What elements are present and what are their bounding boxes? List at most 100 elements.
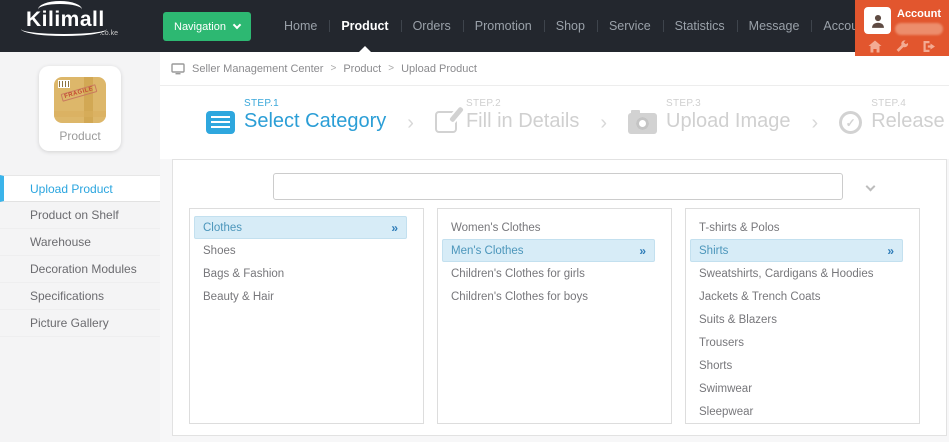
step-fill-in-details[interactable]: STEP.2Fill in Details	[435, 98, 579, 133]
step-number-label: STEP.1	[244, 98, 386, 109]
menu-item-message[interactable]: Message	[737, 0, 812, 52]
dropdown-chevron-icon[interactable]	[866, 182, 876, 192]
package-box-icon: FRAGILE	[54, 77, 106, 123]
step-title: Release Success	[871, 110, 949, 133]
main-content: Seller Management Center > Product > Upl…	[160, 52, 949, 442]
category-item-label: Children's Clothes for boys	[451, 291, 588, 303]
category-columns: Clothes » Shoes Bags & Fashion Beauty & Hair…	[173, 208, 946, 424]
menu-item-statistics[interactable]: Statistics	[663, 0, 737, 52]
check-circle-icon	[839, 111, 862, 134]
category-item-shorts[interactable]: Shorts	[690, 354, 903, 377]
menu-item-home[interactable]: Home	[272, 0, 329, 52]
top-menu: HomeProductOrdersPromotionShopServiceSta…	[272, 0, 881, 52]
logout-icon[interactable]	[922, 40, 936, 53]
top-header: Kilimall .co.ke Navigation HomeProductOr…	[0, 0, 949, 52]
camera-icon	[628, 113, 657, 134]
sidebar-item-product-on-shelf[interactable]: Product on Shelf	[0, 202, 160, 229]
sidebar-item-picture-gallery[interactable]: Picture Gallery	[0, 310, 160, 337]
sidebar-menu: Upload ProductProduct on ShelfWarehouseD…	[0, 175, 160, 337]
menu-item-service[interactable]: Service	[597, 0, 663, 52]
step-arrow-icon: ›	[812, 112, 819, 135]
menu-item-shop[interactable]: Shop	[544, 0, 597, 52]
menu-item-product[interactable]: Product	[329, 0, 400, 52]
category-item-shoes[interactable]: Shoes	[194, 239, 407, 262]
person-icon	[870, 13, 886, 29]
double-chevron-right-icon: »	[391, 221, 398, 235]
step-text: STEP.2Fill in Details	[466, 98, 579, 133]
monitor-icon	[171, 63, 185, 75]
breadcrumb-product[interactable]: Product	[343, 63, 381, 75]
category-item-beauty-hair[interactable]: Beauty & Hair	[194, 285, 407, 308]
category-item-label: Clothes	[203, 222, 242, 234]
category-item-shirts[interactable]: Shirts »	[690, 239, 903, 262]
step-text: STEP.4Release Success	[871, 98, 949, 134]
sidebar-item-upload-product[interactable]: Upload Product	[0, 175, 160, 202]
edit-icon-wrap	[435, 111, 457, 133]
category-item-children-s-clothes-for-boys[interactable]: Children's Clothes for boys	[442, 285, 655, 308]
category-item-label: Women's Clothes	[451, 222, 541, 234]
menu-item-promotion[interactable]: Promotion	[463, 0, 544, 52]
category-item-swimwear[interactable]: Swimwear	[690, 377, 903, 400]
category-item-sweatshirts-cardigans-hoodies[interactable]: Sweatshirts, Cardigans & Hoodies	[690, 262, 903, 285]
step-upload-image[interactable]: STEP.3Upload Image	[628, 98, 791, 134]
account-panel: Account	[855, 0, 949, 56]
check-circle-icon-wrap	[839, 111, 862, 134]
wrench-icon[interactable]	[895, 40, 909, 53]
step-title: Fill in Details	[466, 110, 579, 133]
step-select-category: STEP.1Select Category	[206, 98, 386, 134]
double-chevron-right-icon: »	[887, 244, 894, 258]
category-item-label: Shorts	[699, 360, 732, 372]
category-item-label: Sleepwear	[699, 406, 753, 418]
category-item-label: Children's Clothes for girls	[451, 268, 585, 280]
sidebar-item-decoration-modules[interactable]: Decoration Modules	[0, 256, 160, 283]
category-item-label: Shoes	[203, 245, 236, 257]
step-text: STEP.3Upload Image	[666, 98, 791, 134]
double-chevron-right-icon: »	[639, 244, 646, 258]
box-flap	[54, 111, 106, 117]
category-item-label: Swimwear	[699, 383, 752, 395]
breadcrumb-upload-product[interactable]: Upload Product	[401, 63, 477, 75]
category-column-1: Clothes » Shoes Bags & Fashion Beauty & Hair	[189, 208, 424, 424]
category-item-label: Beauty & Hair	[203, 291, 274, 303]
category-item-women-s-clothes[interactable]: Women's Clothes	[442, 216, 655, 239]
kilimall-logo[interactable]: Kilimall .co.ke	[26, 8, 126, 37]
step-arrow-icon: ›	[407, 112, 414, 135]
sidebar-item-specifications[interactable]: Specifications	[0, 283, 160, 310]
category-column-2: Women's Clothes Men's Clothes » Children's …	[437, 208, 672, 424]
category-item-children-s-clothes-for-girls[interactable]: Children's Clothes for girls	[442, 262, 655, 285]
step-arrow-icon: ›	[600, 112, 607, 135]
category-item-trousers[interactable]: Trousers	[690, 331, 903, 354]
home-icon[interactable]	[868, 40, 882, 53]
breadcrumb-seller-management-center[interactable]: Seller Management Center	[192, 63, 323, 75]
category-item-t-shirts-polos[interactable]: T-shirts & Polos	[690, 216, 903, 239]
menu-item-orders[interactable]: Orders	[401, 0, 463, 52]
category-item-clothes[interactable]: Clothes »	[194, 216, 407, 239]
step-release-success[interactable]: STEP.4Release Success	[839, 98, 949, 134]
step-number-label: STEP.4	[871, 98, 949, 109]
category-item-men-s-clothes[interactable]: Men's Clothes »	[442, 239, 655, 262]
category-item-label: Men's Clothes	[451, 245, 524, 257]
category-item-sleepwear[interactable]: Sleepwear	[690, 400, 903, 423]
category-item-label: T-shirts & Polos	[699, 222, 780, 234]
category-item-suits-blazers[interactable]: Suits & Blazers	[690, 308, 903, 331]
category-item-bags-fashion[interactable]: Bags & Fashion	[194, 262, 407, 285]
logo-text: Kilimall	[26, 8, 105, 32]
product-card-label: Product	[59, 129, 100, 143]
product-card[interactable]: FRAGILE Product	[39, 66, 121, 151]
sidebar-item-warehouse[interactable]: Warehouse	[0, 229, 160, 256]
category-search-input[interactable]	[273, 173, 843, 200]
edit-icon	[435, 111, 457, 133]
step-number-label: STEP.2	[466, 98, 579, 109]
box-barcode	[58, 80, 70, 88]
breadcrumb: Seller Management Center > Product > Upl…	[160, 52, 949, 86]
category-item-label: Jackets & Trench Coats	[699, 291, 820, 303]
breadcrumb-separator: >	[330, 63, 336, 74]
step-title: Upload Image	[666, 110, 791, 133]
category-panel: Clothes » Shoes Bags & Fashion Beauty & Hair…	[172, 159, 947, 436]
category-item-label: Shirts	[699, 245, 728, 257]
avatar[interactable]	[864, 7, 891, 34]
navigation-button-label: Navigation	[174, 21, 226, 33]
account-quick-icons	[855, 40, 949, 53]
navigation-button[interactable]: Navigation	[163, 12, 251, 41]
category-item-jackets-trench-coats[interactable]: Jackets & Trench Coats	[690, 285, 903, 308]
